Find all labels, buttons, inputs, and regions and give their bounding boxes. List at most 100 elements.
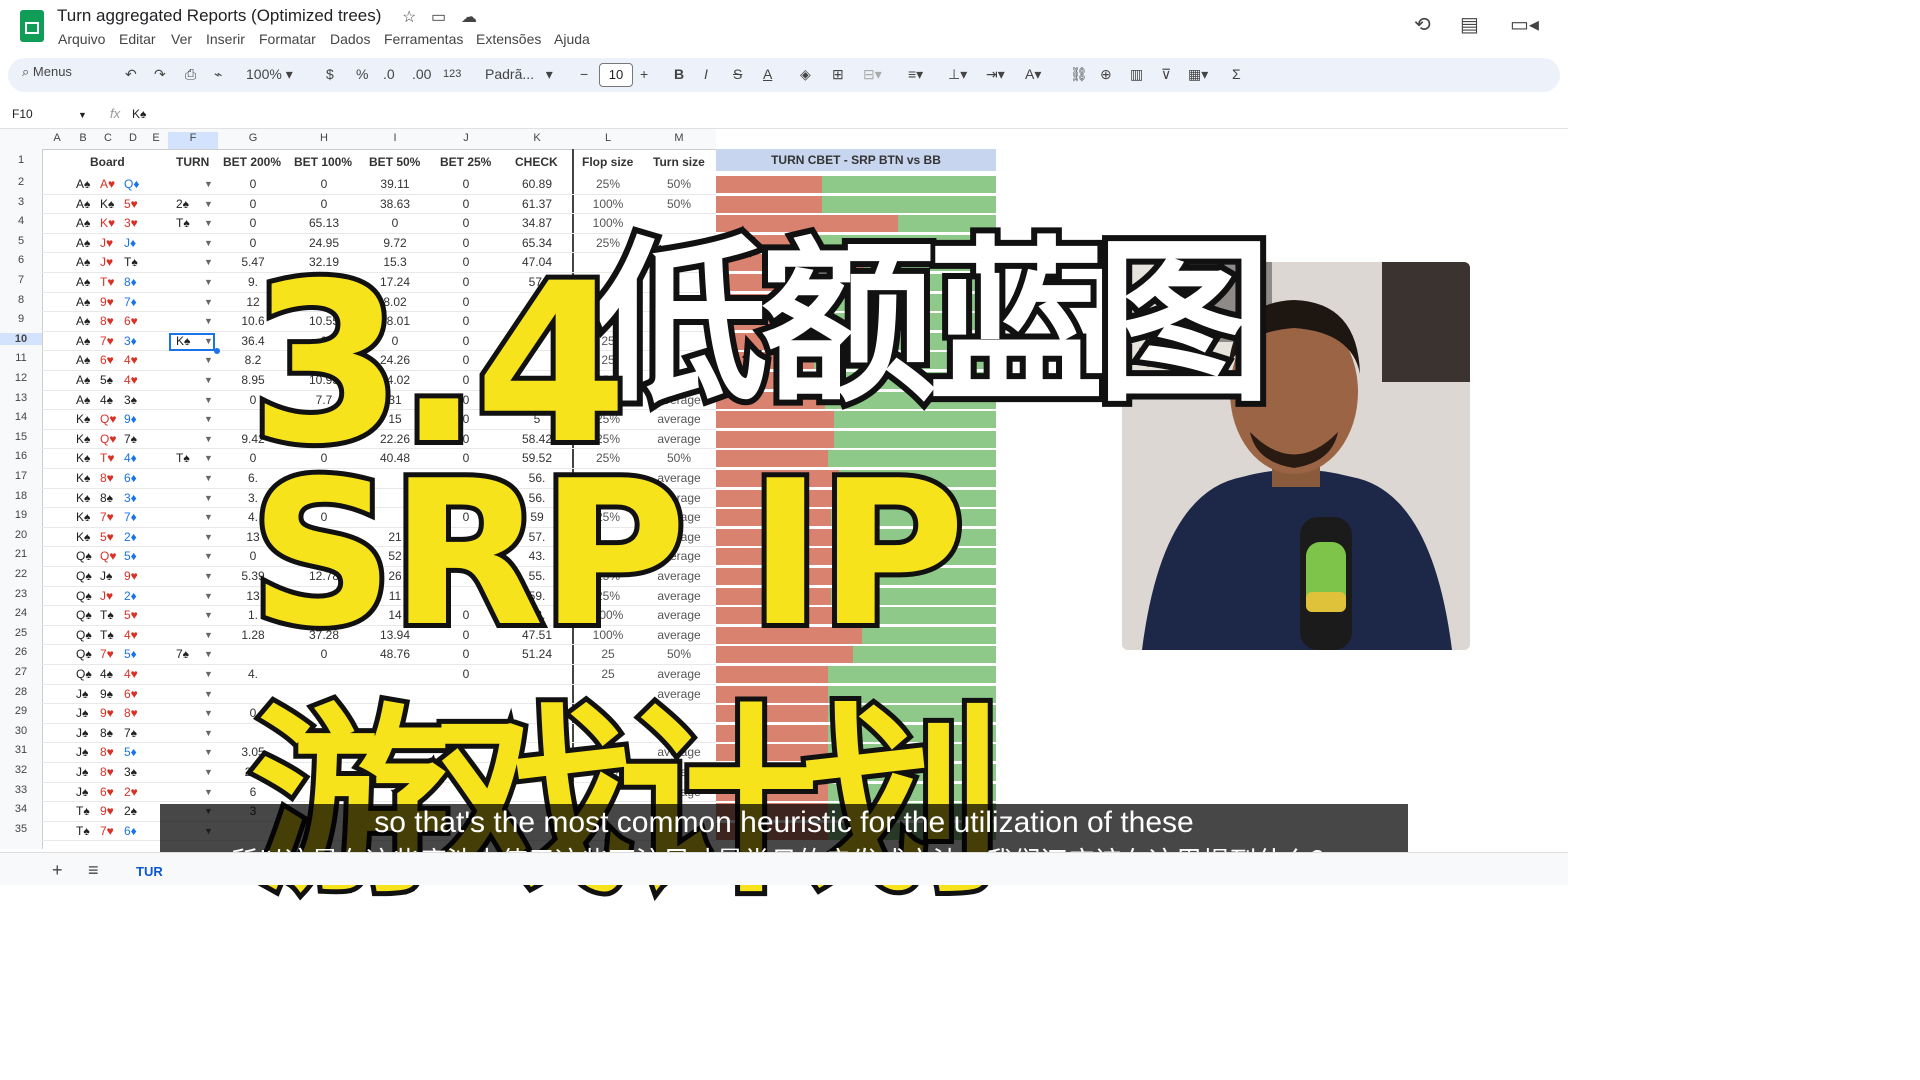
row-number[interactable]: 4	[0, 215, 42, 227]
strikethrough-icon[interactable]: S	[733, 66, 742, 82]
cell-j[interactable]: 0	[431, 216, 501, 230]
row-number[interactable]: 11	[0, 352, 42, 364]
cell-h[interactable]: 65.13	[289, 216, 359, 230]
percent-button[interactable]: %	[356, 66, 368, 82]
turn-dropdown-icon[interactable]: ▼	[204, 277, 213, 287]
text-wrap-icon[interactable]: ⇥▾	[986, 66, 1005, 83]
fill-handle[interactable]	[214, 348, 220, 354]
row-number[interactable]: 31	[0, 744, 42, 756]
col-A[interactable]: A	[48, 132, 66, 144]
row-number[interactable]: 21	[0, 548, 42, 560]
cell-k[interactable]: 34.87	[502, 216, 572, 230]
decrease-font-icon[interactable]: −	[580, 66, 588, 82]
menu-edit[interactable]: Editar	[119, 31, 156, 47]
turn-dropdown-icon[interactable]: ▼	[204, 199, 213, 209]
turn-dropdown-icon[interactable]: ▼	[204, 591, 213, 601]
row-number[interactable]: 10	[0, 332, 42, 345]
turn-dropdown-icon[interactable]: ▼	[204, 316, 213, 326]
menu-insert[interactable]: Inserir	[206, 31, 245, 47]
borders-icon[interactable]: ⊞	[832, 66, 844, 83]
row-number[interactable]: 13	[0, 392, 42, 404]
turn-dropdown-icon[interactable]: ▼	[204, 649, 213, 659]
sheets-logo-icon[interactable]	[20, 10, 44, 42]
turn-dropdown-icon[interactable]: ▼	[204, 669, 213, 679]
col-K[interactable]: K	[502, 132, 572, 144]
row-number[interactable]: 19	[0, 509, 42, 521]
search-menus[interactable]: ⌕ Menus	[22, 64, 72, 80]
undo-icon[interactable]: ↶	[125, 66, 137, 83]
row-number[interactable]: 16	[0, 450, 42, 462]
increase-font-icon[interactable]: +	[640, 66, 648, 82]
selected-cell-outline[interactable]	[169, 333, 215, 351]
redo-icon[interactable]: ↷	[154, 66, 166, 83]
row-number[interactable]: 18	[0, 490, 42, 502]
star-icon[interactable]: ☆	[402, 7, 416, 27]
filter-views-icon[interactable]: ▦▾	[1188, 66, 1208, 83]
number-format-button[interactable]: 123	[443, 68, 461, 80]
menu-tools[interactable]: Ferramentas	[384, 31, 463, 47]
row-number[interactable]: 14	[0, 411, 42, 423]
move-folder-icon[interactable]: ▭	[431, 7, 446, 27]
row-number[interactable]: 34	[0, 803, 42, 815]
row-number[interactable]: 17	[0, 470, 42, 482]
turn-dropdown-icon[interactable]: ▼	[204, 532, 213, 542]
cell-g[interactable]: 0	[218, 197, 288, 211]
col-D[interactable]: D	[124, 132, 142, 144]
row-number[interactable]: 35	[0, 823, 42, 835]
cell-k[interactable]: 60.89	[502, 177, 572, 191]
link-icon[interactable]: ⛓	[1070, 66, 1088, 83]
decrease-decimal-button[interactable]: .0	[383, 66, 395, 82]
col-E[interactable]: E	[147, 132, 165, 144]
row-number[interactable]: 20	[0, 529, 42, 541]
turn-dropdown-icon[interactable]: ▼	[204, 453, 213, 463]
sheet-tab[interactable]: TUR	[136, 864, 163, 879]
turn-dropdown-icon[interactable]: ▼	[204, 375, 213, 385]
row-number[interactable]: 9	[0, 313, 42, 325]
font-size-input[interactable]: 10	[599, 63, 633, 87]
menu-help[interactable]: Ajuda	[554, 31, 590, 47]
turn-dropdown-icon[interactable]: ▼	[204, 179, 213, 189]
turn-dropdown-icon[interactable]: ▼	[204, 218, 213, 228]
vertical-align-icon[interactable]: ⊥▾	[948, 66, 967, 83]
turn-dropdown-icon[interactable]: ▼	[204, 395, 213, 405]
row-number[interactable]: 33	[0, 784, 42, 796]
merge-cells-icon[interactable]: ⊟▾	[863, 66, 882, 83]
row-number[interactable]: 1	[0, 154, 42, 166]
row-number[interactable]: 25	[0, 627, 42, 639]
menu-data[interactable]: Dados	[330, 31, 370, 47]
functions-icon[interactable]: Σ	[1232, 66, 1241, 82]
row-number[interactable]: 8	[0, 294, 42, 306]
turn-dropdown-icon[interactable]: ▼	[204, 708, 213, 718]
col-L[interactable]: L	[573, 132, 643, 144]
zoom-select[interactable]: 100% ▾	[246, 66, 293, 83]
turn-dropdown-icon[interactable]: ▼	[204, 257, 213, 267]
turn-dropdown-icon[interactable]: ▼	[204, 512, 213, 522]
comment-icon[interactable]: ⊕	[1100, 66, 1112, 83]
font-select[interactable]: Padrã... ▾	[485, 66, 553, 83]
fill-color-icon[interactable]: ◈	[800, 66, 811, 83]
cell-k[interactable]: 61.37	[502, 197, 572, 211]
cell-h[interactable]: 0	[289, 177, 359, 191]
cell-i[interactable]: 0	[360, 216, 430, 230]
currency-button[interactable]: $	[326, 66, 334, 82]
col-J[interactable]: J	[431, 132, 501, 144]
all-sheets-icon[interactable]: ≡	[88, 860, 99, 881]
row-number[interactable]: 30	[0, 725, 42, 737]
col-I[interactable]: I	[360, 132, 430, 144]
row-number[interactable]: 6	[0, 254, 42, 266]
row-number[interactable]: 22	[0, 568, 42, 580]
col-M[interactable]: M	[644, 132, 714, 144]
row-number[interactable]: 2	[0, 176, 42, 188]
row-number[interactable]: 28	[0, 686, 42, 698]
increase-decimal-button[interactable]: .00	[412, 66, 431, 82]
turn-dropdown-icon[interactable]: ▼	[204, 434, 213, 444]
col-F[interactable]: F	[168, 132, 218, 149]
row-number[interactable]: 27	[0, 666, 42, 678]
paint-format-icon[interactable]: ⌁	[214, 66, 222, 83]
cell-j[interactable]: 0	[431, 197, 501, 211]
turn-dropdown-icon[interactable]: ▼	[204, 787, 213, 797]
row-number[interactable]: 7	[0, 274, 42, 286]
row-number[interactable]: 15	[0, 431, 42, 443]
print-icon[interactable]: ⎙	[185, 66, 196, 83]
turn-dropdown-icon[interactable]: ▼	[204, 630, 213, 640]
